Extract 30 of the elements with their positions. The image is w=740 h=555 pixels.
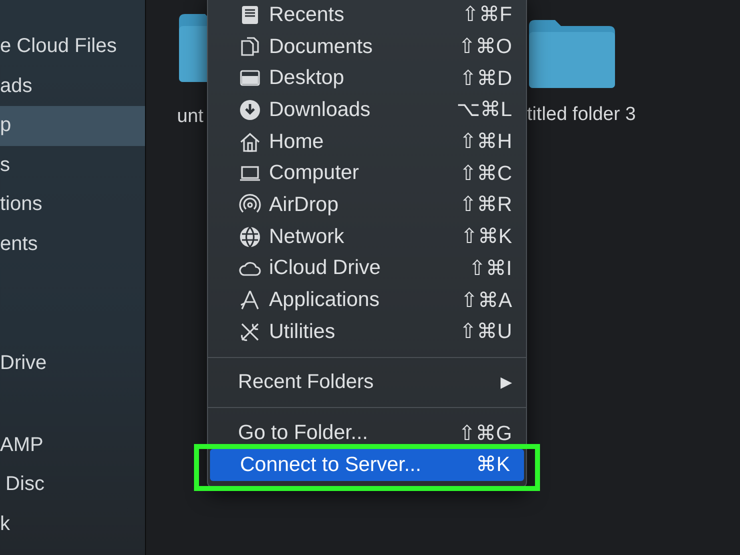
menu-item[interactable]: Computer ⇧⌘C <box>208 157 526 190</box>
folder-icon[interactable] <box>527 18 617 90</box>
menu-item[interactable]: Desktop ⇧⌘D <box>208 62 526 94</box>
menu-item[interactable]: Recents ⇧⌘F <box>208 0 526 31</box>
download-icon <box>238 98 262 122</box>
menu-item[interactable]: Utilities ⇧⌘U <box>208 316 526 348</box>
menu-item[interactable]: Go to Folder... ⇧⌘G <box>208 417 526 449</box>
documents-icon <box>238 34 262 59</box>
sidebar-item[interactable]: tions <box>0 185 145 224</box>
menu-item[interactable]: Network ⇧⌘K <box>208 220 526 252</box>
submenu-item[interactable]: Recent Folders ▶ <box>208 366 526 398</box>
menu-item[interactable]: AirDrop ⇧⌘R <box>208 189 526 221</box>
sidebar-item[interactable]: e Cloud Files <box>0 27 145 66</box>
sidebar-item[interactable]: Disc <box>0 465 145 504</box>
sidebar-item[interactable]: AMP <box>0 426 145 465</box>
folder-name[interactable]: titled folder 3 <box>527 104 636 126</box>
menu-item[interactable]: Connect to Server... ⌘K <box>210 448 524 481</box>
menu-item[interactable]: Home ⇧⌘H <box>208 126 526 158</box>
menu-item[interactable]: iCloud Drive ⇧⌘I <box>208 252 526 284</box>
sidebar-item[interactable]: p <box>0 106 145 146</box>
folder-name[interactable]: unt <box>177 106 204 128</box>
globe-icon <box>238 224 262 249</box>
menu-item[interactable]: Applications ⇧⌘A <box>208 284 526 316</box>
menu-item[interactable]: Documents ⇧⌘O <box>208 30 526 62</box>
sidebar-item[interactable]: ents <box>0 224 145 264</box>
sidebar-item[interactable]: ads <box>0 66 145 106</box>
sidebar-item[interactable]: k <box>0 504 145 544</box>
sidebar-item[interactable]: Drive <box>0 344 145 384</box>
sidebar-item[interactable]: s <box>0 146 145 185</box>
menu-item[interactable]: Downloads ⌥⌘L <box>208 94 526 126</box>
